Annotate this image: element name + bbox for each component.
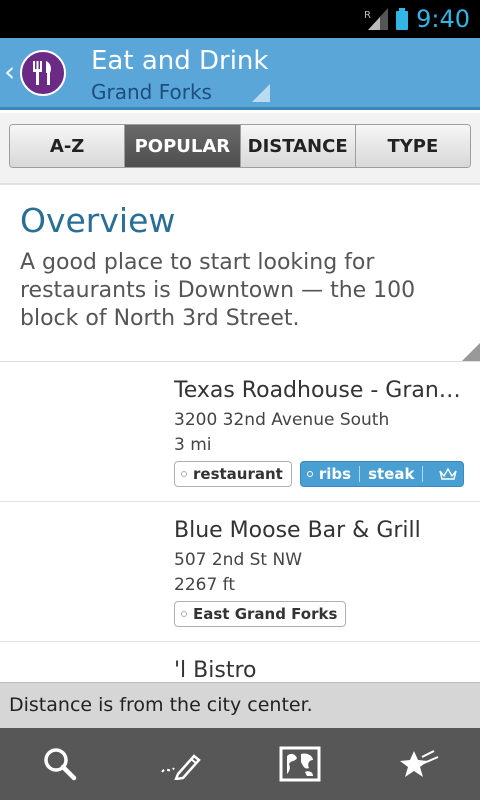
list-item[interactable]: Texas Roadhouse - Gran… 3200 32nd Avenue… (0, 362, 480, 502)
tag-east-grand-forks[interactable]: East Grand Forks (174, 601, 347, 627)
tab-distance[interactable]: DISTANCE (240, 125, 356, 167)
tag-label: East Grand Forks (193, 605, 338, 623)
app-header: ‹ Eat and Drink Grand Forks (0, 38, 480, 110)
listing-distance: 2267 ft (174, 575, 236, 595)
tag-ribs-steak[interactable]: ribs steak (299, 461, 465, 487)
tab-popular[interactable]: POPULAR (125, 125, 241, 167)
sort-tabs-bar: A-Z POPULAR DISTANCE TYPE (0, 113, 480, 185)
dropdown-corner-icon[interactable] (252, 84, 270, 102)
tag-divider (422, 466, 424, 482)
tab-a-z[interactable]: A-Z (10, 125, 126, 167)
tag-hole-icon (181, 471, 187, 477)
tag-label: steak (368, 465, 415, 483)
tag-label: restaurant (193, 465, 283, 483)
tag-restaurant[interactable]: restaurant (174, 461, 292, 487)
city-selector[interactable]: Grand Forks (91, 80, 212, 104)
listing-tags: East Grand Forks (174, 601, 347, 627)
tag-hole-icon (181, 611, 187, 617)
signal-icon: R (364, 8, 389, 30)
pencil-icon (161, 754, 201, 780)
roaming-indicator: R (364, 10, 371, 21)
listing-list: Texas Roadhouse - Gran… 3200 32nd Avenue… (0, 362, 480, 682)
bottom-action-bar (0, 728, 480, 800)
listing-distance: 3 mi (174, 435, 212, 455)
listing-name: 'l Bistro (174, 658, 257, 682)
search-icon (44, 748, 77, 781)
overview-text: A good place to start looking for restau… (20, 250, 416, 331)
map-button[interactable] (240, 728, 360, 800)
listing-name: Blue Moose Bar & Grill (174, 518, 421, 543)
distance-toast: Distance is from the city center. (0, 682, 480, 728)
map-icon (279, 746, 321, 782)
list-item[interactable]: Blue Moose Bar & Grill 507 2nd St NW 226… (0, 502, 480, 642)
toast-text: Distance is from the city center. (9, 694, 313, 716)
list-item[interactable]: 'l Bistro (0, 642, 480, 682)
search-button[interactable] (0, 728, 120, 800)
tab-type[interactable]: TYPE (355, 125, 470, 167)
fork-knife-icon[interactable] (20, 50, 66, 96)
listing-tags: restaurant ribs steak (174, 461, 465, 487)
tag-divider (359, 466, 361, 482)
expand-corner-icon[interactable] (462, 343, 480, 361)
crown-icon (439, 467, 458, 480)
battery-icon (396, 8, 409, 30)
sort-tabs: A-Z POPULAR DISTANCE TYPE (9, 124, 471, 168)
write-button[interactable] (120, 728, 240, 800)
listing-address: 3200 32nd Avenue South (174, 410, 390, 430)
tag-hole-icon (306, 471, 313, 477)
page-title: Eat and Drink (91, 46, 269, 76)
listing-address: 507 2nd St NW (174, 550, 303, 570)
star-icon (400, 750, 439, 777)
clock: 9:40 (416, 5, 470, 33)
favorites-button[interactable] (360, 728, 480, 800)
status-icons: R 9:40 (364, 0, 470, 38)
back-chevron-icon[interactable]: ‹ (4, 58, 15, 86)
overview-section[interactable]: Overview A good place to start looking f… (0, 185, 480, 362)
status-bar: R 9:40 (0, 0, 480, 38)
listing-name: Texas Roadhouse - Gran… (174, 378, 461, 403)
tag-label: ribs (318, 465, 352, 483)
fork-knife-glyph (33, 61, 51, 85)
overview-title: Overview (20, 201, 176, 240)
